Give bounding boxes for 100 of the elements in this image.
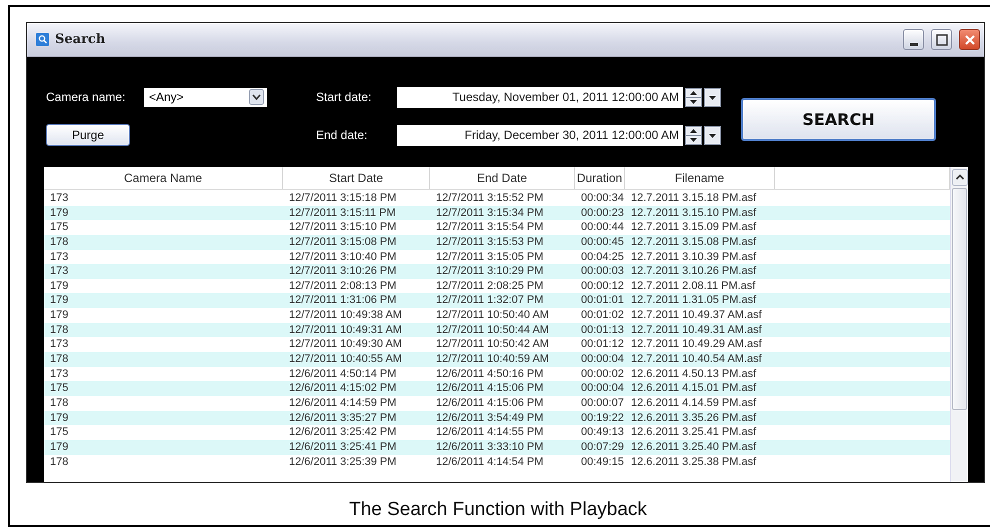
search-icon (36, 33, 49, 46)
table-cell-text: 175 (49, 381, 70, 396)
table-cell-text: 173 (49, 250, 70, 264)
table-cell-text: 12/7/2011 10:40:59 AM (435, 352, 550, 367)
table-cell-text: 00:00:12 (580, 278, 625, 294)
table-cell-text: 175 (49, 220, 70, 235)
table-cell-text: 12/6/2011 4:14:55 PM (435, 425, 544, 440)
table-cell-text: 179 (49, 308, 70, 323)
table-cell-text: 12/7/2011 3:15:08 PM (288, 234, 398, 250)
table-cell-text: 00:04:25 (580, 250, 625, 264)
table-cell-text: 12.7.2011 3.10.26 PM.asf (630, 264, 758, 279)
table-cell-text: 00:01:02 (580, 308, 625, 323)
table-cell-text: 12/6/2011 4:15:02 PM (288, 381, 398, 396)
table-cell-text: 12/7/2011 1:31:06 PM (288, 293, 398, 308)
table-cell-text: 178 (49, 322, 70, 338)
table-cell-text: 12/7/2011 3:15:52 PM (435, 191, 544, 206)
table-cell-text: 12.7.2011 3.15.08 PM.asf (630, 234, 758, 250)
table-cell-text: 12/7/2011 3:10:29 PM (435, 264, 544, 279)
table-cell-text: 12/6/2011 3:25:41 PM (288, 440, 398, 455)
spinner-icon (685, 126, 702, 144)
table-cell-text: 12/6/2011 4:15:06 PM (435, 396, 544, 411)
table-cell-text: 00:00:23 (580, 206, 625, 220)
table-cell-text: 12/6/2011 4:14:54 PM (435, 454, 544, 470)
table-cell-text: 12/6/2011 4:14:59 PM (288, 396, 398, 411)
table-cell-text: 00:49:15 (580, 454, 625, 470)
table-cell-text: 00:00:04 (580, 381, 625, 396)
table-cell-text: 12/7/2011 3:15:53 PM (435, 234, 544, 250)
table-cell-text: 175 (49, 425, 70, 440)
table-cell-text: 179 (49, 293, 70, 308)
table-cell-text: 12/7/2011 10:50:40 AM (435, 308, 550, 323)
window-title: Search (55, 32, 106, 47)
table-cell-text: 00:07:29 (580, 440, 625, 455)
table-cell-text: 12/6/2011 3:25:39 PM (288, 454, 398, 470)
table-cell-text: 12/7/2011 2:08:13 PM (288, 278, 398, 294)
table-cell-text: 00:19:22 (580, 410, 625, 426)
camera-name-dropdown[interactable]: <Any> (144, 88, 267, 106)
column-header[interactable]: End Date (430, 167, 575, 189)
table-cell-text: 00:49:13 (580, 425, 625, 440)
table-cell-text: 12.7.2011 2.08.11 PM.asf (630, 278, 756, 294)
table-cell-text: 12/6/2011 4:50:16 PM (435, 366, 544, 382)
maximize-button[interactable] (931, 29, 952, 50)
table-cell-text: 179 (49, 206, 70, 220)
table-cell-text: 12/6/2011 3:25:42 PM (288, 425, 398, 440)
table-cell-text: 12.7.2011 10.49.29 AM.asf (630, 337, 763, 352)
table-cell-text: 178 (49, 352, 70, 367)
caret-icon (704, 88, 721, 106)
column-header[interactable]: Start Date (283, 167, 430, 189)
table-cell-text: 12.7.2011 3.15.18 PM.asf (630, 191, 758, 206)
table-cell-text: 12/7/2011 3:15:34 PM (435, 206, 544, 220)
table-cell-text: 12/7/2011 10:40:55 AM (288, 352, 403, 367)
scrollbar[interactable] (950, 167, 968, 482)
table-cell-text: 12/7/2011 3:15:05 PM (435, 250, 544, 264)
table-cell-text: 00:00:02 (580, 366, 625, 382)
purge-button[interactable]: Purge (46, 124, 130, 146)
table-cell-text: 00:01:01 (580, 293, 625, 308)
scrollbar-thumb[interactable] (952, 188, 967, 410)
table-cell-text: 12.6.2011 3.35.26 PM.asf (630, 410, 758, 426)
start-date-field[interactable]: Tuesday, November 01, 2011 12:00:00 AM (397, 86, 683, 108)
table-cell-text: 179 (49, 440, 70, 455)
table-cell-text: 12/7/2011 2:08:25 PM (435, 278, 544, 294)
table-cell-text: 12.7.2011 1.31.05 PM.asf (630, 293, 758, 308)
column-header[interactable]: Camera Name (44, 167, 283, 189)
table-cell-text: 12/7/2011 3:10:40 PM (288, 250, 398, 264)
end-date-field[interactable]: Friday, December 30, 2011 12:00:00 AM (397, 124, 683, 146)
table-cell-text: 12/6/2011 4:15:06 PM (435, 381, 544, 396)
camera-name-label: Camera name: (45, 90, 126, 104)
table-cell-text: 12/7/2011 10:49:30 AM (288, 337, 403, 352)
table-cell-text: 12.7.2011 10.40.54 AM.asf (630, 352, 763, 367)
table-cell-text: 12/7/2011 3:10:26 PM (288, 264, 398, 279)
caption-text: The Search Function with Playback (348, 499, 648, 521)
table-cell-text: 12/7/2011 10:49:31 AM (288, 322, 403, 338)
table-cell-text: 12/7/2011 10:50:44 AM (435, 322, 550, 338)
table-cell-text: 12.7.2011 3.15.09 PM.asf (630, 220, 758, 235)
end-date-label: End date: (316, 128, 368, 142)
table-cell-text: 12/7/2011 3:15:11 PM (288, 206, 397, 220)
table-cell-text: 178 (49, 234, 70, 250)
start-date-label: Start date: (316, 90, 372, 104)
table-cell-text: 173 (49, 366, 70, 382)
close-button[interactable] (959, 29, 980, 50)
table-cell-text: 12.7.2011 3.15.10 PM.asf (630, 206, 758, 220)
table-cell-text: 12/6/2011 3:54:49 PM (435, 410, 544, 426)
table-cell-text: 00:00:03 (580, 264, 625, 279)
table-cell-text: 12.6.2011 3.25.41 PM.asf (630, 425, 758, 440)
minimize-button[interactable] (903, 29, 924, 50)
table-cell-text: 173 (49, 264, 70, 279)
table-cell-text: 00:01:12 (580, 337, 625, 352)
table-cell-text: 00:00:34 (580, 191, 625, 206)
table-cell-text: 12.7.2011 3.10.39 PM.asf (630, 250, 758, 264)
table-cell-text: 12.7.2011 10.49.31 AM.asf (630, 322, 763, 338)
table-cell-text: 12/7/2011 3:15:54 PM (435, 220, 544, 235)
table-cell-text: 00:00:44 (580, 220, 625, 235)
column-header[interactable]: Filename (625, 167, 775, 189)
table-cell-text: 178 (49, 454, 70, 470)
column-header[interactable]: Duration (575, 167, 625, 189)
table-cell-text: 173 (49, 191, 70, 206)
table-cell-text: 12/7/2011 3:15:18 PM (288, 191, 398, 206)
table-cell-text: 12.6.2011 4.50.13 PM.asf (630, 366, 758, 382)
table-cell-text: 12/6/2011 3:35:27 PM (288, 410, 398, 426)
search-button[interactable]: SEARCH (741, 98, 936, 140)
table-cell-text: 12.6.2011 3.25.40 PM.asf (630, 440, 758, 455)
